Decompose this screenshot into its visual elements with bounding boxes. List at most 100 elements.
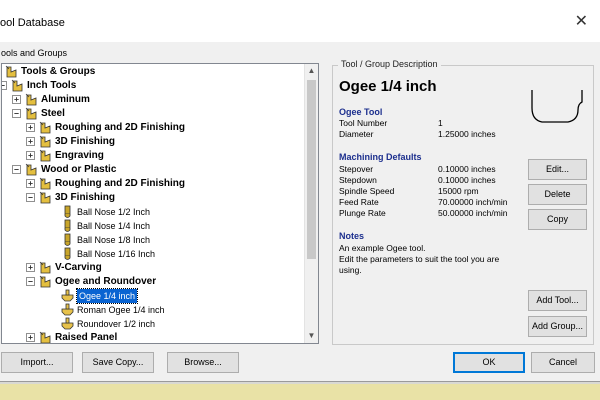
window-title: ool Database [0, 17, 65, 29]
copy-button[interactable]: Copy [528, 209, 587, 230]
stepdown-label: Stepdown [339, 175, 377, 185]
tree-item-label: Steel [41, 108, 65, 119]
collapse-icon[interactable]: − [12, 165, 21, 174]
stepover-value: 0.10000 inches [438, 164, 496, 174]
tree-item[interactable]: Ball Nose 1/2 Inch [2, 205, 302, 219]
tree-item-label: Wood or Plastic [41, 164, 117, 175]
tree-item[interactable]: − 3D Finishing [2, 191, 302, 205]
tree-item-label: Ball Nose 1/2 Inch [77, 207, 151, 217]
tree-item[interactable]: − Steel [2, 107, 302, 121]
delete-button[interactable]: Delete [528, 184, 587, 205]
collapse-icon[interactable]: − [2, 81, 7, 90]
collapse-icon[interactable]: − [12, 109, 21, 118]
import-button[interactable]: Import... [1, 352, 73, 373]
tree-item-label: Roman Ogee 1/4 inch [77, 305, 165, 315]
tree-item[interactable]: − Ogee and Roundover [2, 275, 302, 289]
expand-icon[interactable]: + [12, 95, 21, 104]
expand-icon[interactable]: + [26, 123, 35, 132]
desktop-background-strip [0, 384, 600, 400]
notes-line: using. [339, 265, 362, 275]
save-copy-button[interactable]: Save Copy... [82, 352, 154, 373]
tree-item-label: Ball Nose 1/8 Inch [77, 235, 151, 245]
tree-item-label: Ogee and Roundover [55, 276, 157, 287]
tool-group-icon [24, 93, 39, 107]
ogee-tool-heading: Ogee Tool [339, 107, 383, 117]
tree-scrollbar[interactable]: ▲ ▼ [304, 64, 318, 343]
tree-item[interactable]: − Wood or Plastic [2, 163, 302, 177]
collapse-icon[interactable]: − [26, 277, 35, 286]
tool-group-icon [24, 163, 39, 177]
cancel-button[interactable]: Cancel [531, 352, 595, 373]
tree-item-label: Tools & Groups [21, 66, 96, 77]
stepover-label: Stepover [339, 164, 374, 174]
tree-item[interactable]: + Aluminum [2, 93, 302, 107]
ok-button[interactable]: OK [453, 352, 525, 373]
tool-group-icon [38, 261, 53, 275]
tree-item[interactable]: + Raised Panel [2, 331, 302, 343]
stepdown-value: 0.10000 inches [438, 175, 496, 185]
tree-item-label: Roundover 1/2 inch [77, 319, 156, 329]
tree-item-label: Inch Tools [27, 80, 77, 91]
tree-item[interactable]: Ball Nose 1/4 Inch [2, 219, 302, 233]
tool-group-icon [38, 331, 53, 343]
tool-group-icon [38, 191, 53, 205]
tool-group-icon [38, 177, 53, 191]
ball-nose-icon [60, 219, 75, 233]
tree-item[interactable]: + V-Carving [2, 261, 302, 275]
tree-item[interactable]: − Inch Tools [2, 79, 302, 93]
machining-defaults-heading: Machining Defaults [339, 152, 422, 162]
tool-group-icon [38, 275, 53, 289]
feed-rate-value: 70.00000 inch/min [438, 197, 508, 207]
tool-number-label: Tool Number [339, 118, 388, 128]
tree-item[interactable]: + Engraving [2, 149, 302, 163]
tree-item[interactable]: +3D Finishing [2, 135, 302, 149]
expand-icon[interactable]: + [26, 137, 35, 146]
feed-rate-label: Feed Rate [339, 197, 379, 207]
browse-button[interactable]: Browse... [167, 352, 239, 373]
form-tool-icon [60, 317, 75, 331]
description-legend: Tool / Group Description [338, 59, 441, 69]
tree-item[interactable]: Roundover 1/2 inch [2, 317, 302, 331]
tree-item[interactable]: Ball Nose 1/8 Inch [2, 233, 302, 247]
tool-tree-view[interactable]: + Raised Panel Roundover 1/2 inch Roman Oge… [1, 63, 319, 344]
tree-item-label: Raised Panel [55, 332, 118, 343]
tree-item[interactable]: Ogee 1/4 inch [2, 288, 302, 304]
diameter-value: 1.25000 inches [438, 129, 496, 139]
tool-group-icon [24, 107, 39, 121]
tree-item[interactable]: Roman Ogee 1/4 inch [2, 303, 302, 317]
scroll-down-icon[interactable]: ▼ [305, 329, 318, 343]
ball-nose-icon [60, 205, 75, 219]
tree-item-label: Aluminum [41, 94, 90, 105]
add-tool-button[interactable]: Add Tool... [528, 290, 587, 311]
edit-button[interactable]: Edit... [528, 159, 587, 180]
tree-item-label: V-Carving [55, 262, 102, 273]
expand-icon[interactable]: + [26, 179, 35, 188]
scrollbar-thumb[interactable] [307, 80, 316, 259]
tool-group-icon [38, 121, 53, 135]
spindle-speed-label: Spindle Speed [339, 186, 395, 196]
ball-nose-icon [60, 233, 75, 247]
scroll-up-icon[interactable]: ▲ [305, 64, 318, 78]
expand-icon[interactable]: + [26, 263, 35, 272]
collapse-icon[interactable]: − [26, 193, 35, 202]
tree-item[interactable]: Tools & Groups [2, 65, 302, 79]
expand-icon[interactable]: + [26, 333, 35, 342]
tree-item[interactable]: + Roughing and 2D Finishing [2, 177, 302, 191]
tree-item[interactable]: Ball Nose 1/16 Inch [2, 247, 302, 261]
plunge-rate-value: 50.00000 inch/min [438, 208, 508, 218]
tree-item[interactable]: + Roughing and 2D Finishing [2, 121, 302, 135]
tree-item-label: Ogee 1/4 inch [75, 288, 139, 304]
tree-item-label: Roughing and 2D Finishing [55, 178, 185, 189]
add-group-button[interactable]: Add Group... [528, 316, 587, 337]
diameter-label: Diameter [339, 129, 374, 139]
expand-icon[interactable]: + [26, 151, 35, 160]
ball-nose-icon [60, 247, 75, 261]
close-icon[interactable]: ✕ [575, 11, 588, 30]
tree-item-label: Ball Nose 1/16 Inch [77, 249, 156, 259]
title-bar: ool Database ✕ [0, 0, 600, 42]
tool-database-dialog: ool Database ✕ ools and Groups + Raised P… [0, 0, 600, 382]
tool-group-icon [4, 65, 19, 79]
tree-item-label: Engraving [55, 150, 104, 161]
tree-item-label: Roughing and 2D Finishing [55, 122, 185, 133]
tree-item-label: 3D Finishing [55, 192, 115, 203]
